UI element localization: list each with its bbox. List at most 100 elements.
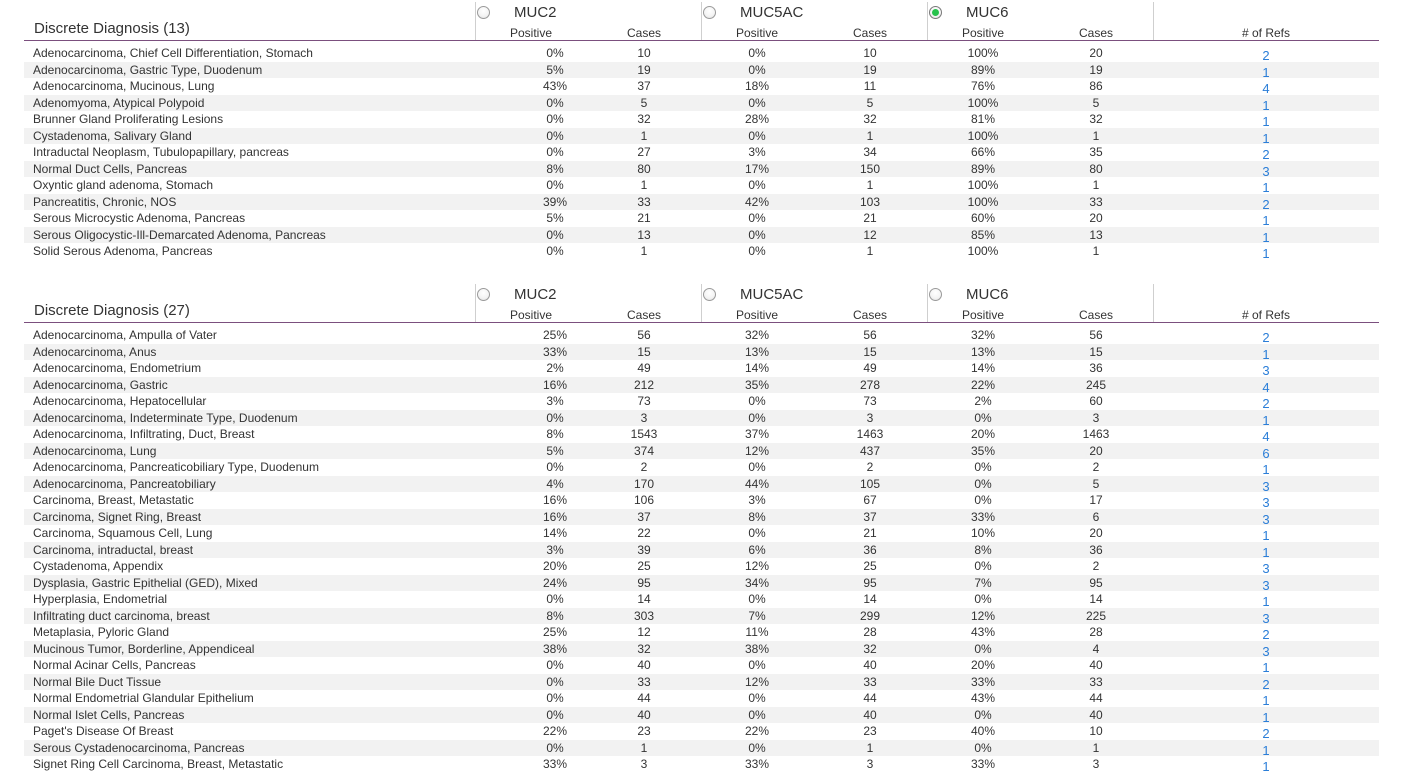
muc2-positive: 3% bbox=[546, 394, 564, 408]
muc2-positive: 0% bbox=[546, 128, 564, 143]
muc2-positive: 8% bbox=[546, 608, 564, 623]
muc5ac-radio[interactable] bbox=[703, 5, 716, 19]
muc6-radio[interactable] bbox=[929, 5, 942, 19]
muc6-cases: 86 bbox=[1089, 79, 1103, 93]
muc5ac-cases: 49 bbox=[863, 361, 877, 375]
muc6-cases: 56 bbox=[1089, 328, 1103, 342]
muc5ac-positive: 11% bbox=[745, 625, 769, 639]
diagnosis-name: Cystadenoma, Salivary Gland bbox=[33, 128, 192, 143]
muc5ac-cases: 103 bbox=[859, 194, 881, 209]
muc2-cases: 37 bbox=[637, 79, 651, 93]
muc5ac-cases: 5 bbox=[866, 95, 874, 110]
muc2-cases: 73 bbox=[637, 394, 651, 408]
muc5ac-positive: 7% bbox=[748, 608, 766, 623]
muc6-positive: 0% bbox=[974, 740, 992, 755]
muc5ac-cases: 3 bbox=[866, 757, 874, 771]
muc2-cases: 33 bbox=[637, 674, 651, 689]
muc2-cases: 212 bbox=[633, 377, 655, 392]
diagnosis-name: Adenocarcinoma, Infiltrating, Duct, Brea… bbox=[33, 427, 255, 441]
muc5ac-positive: 37% bbox=[744, 427, 770, 441]
muc5ac-cases: 11 bbox=[863, 79, 877, 93]
muc6-cases: 5 bbox=[1092, 476, 1100, 491]
muc6-positive: 0% bbox=[974, 559, 992, 573]
muc2-cases: 40 bbox=[637, 658, 651, 672]
muc5ac-positive: 0% bbox=[748, 62, 766, 77]
muc2-positive: 0% bbox=[546, 674, 564, 689]
table-row: Adenocarcinoma, Gastric 16% 212 35% 278 22% 24… bbox=[24, 376, 1379, 395]
muc6-positive: 100% bbox=[967, 95, 999, 110]
muc2-cases: 106 bbox=[633, 493, 655, 507]
muc5ac-cases: 150 bbox=[859, 161, 881, 176]
muc2-cases: 56 bbox=[637, 328, 651, 342]
muc2-positive: 43% bbox=[542, 79, 568, 93]
muc2-positive: 4% bbox=[546, 476, 564, 491]
muc2-cases: 25 bbox=[637, 559, 651, 573]
muc6-positive: 66% bbox=[970, 145, 996, 159]
muc6-radio[interactable] bbox=[929, 287, 942, 301]
muc5ac-positive: 0% bbox=[748, 178, 766, 192]
muc2-cases: 303 bbox=[633, 608, 655, 623]
muc2-cases: 22 bbox=[637, 526, 651, 540]
column-divider bbox=[475, 2, 476, 40]
table-row: Adenomyoma, Atypical Polypoid 0% 5 0% 5 100% 5… bbox=[24, 94, 1379, 113]
muc5ac-positive: 0% bbox=[748, 658, 766, 672]
muc6-positive: 100% bbox=[967, 128, 999, 143]
muc6-cases: 32 bbox=[1089, 112, 1103, 126]
muc2-cases: 14 bbox=[637, 592, 651, 606]
muc5ac-positive: 22% bbox=[744, 724, 770, 738]
muc5ac-cases: 25 bbox=[863, 559, 877, 573]
refs-link[interactable]: 1 bbox=[1250, 246, 1282, 263]
muc6-positive: 0% bbox=[974, 460, 992, 474]
diagnosis-name: Adenocarcinoma, Pancreatobiliary bbox=[33, 476, 216, 491]
muc5ac-positive: 12% bbox=[744, 674, 770, 689]
muc2-cases: 1 bbox=[640, 178, 648, 192]
diagnosis-name: Cystadenoma, Appendix bbox=[33, 559, 164, 573]
muc5ac-positive: 6% bbox=[748, 542, 766, 557]
muc2-radio[interactable] bbox=[477, 287, 490, 301]
muc6-positive: 35% bbox=[970, 443, 996, 458]
muc5ac-positive: 0% bbox=[748, 394, 766, 408]
muc5ac-positive: 17% bbox=[744, 161, 770, 176]
muc5ac-radio[interactable] bbox=[703, 287, 716, 301]
muc5ac-positive: 0% bbox=[748, 95, 766, 110]
muc6-cases: 95 bbox=[1089, 575, 1103, 590]
muc5ac-positive: 14% bbox=[744, 361, 770, 375]
diagnosis-name: Serous Cystadenocarcinoma, Pancreas bbox=[33, 740, 245, 755]
diagnosis-name: Normal Acinar Cells, Pancreas bbox=[33, 658, 196, 672]
muc2-positive: 16% bbox=[542, 493, 568, 507]
diagnosis-name: Adenocarcinoma, Pancreaticobiliary Type,… bbox=[33, 460, 319, 474]
diagnosis-name: Adenocarcinoma, Mucinous, Lung bbox=[33, 79, 215, 93]
refs-link[interactable]: 1 bbox=[1250, 759, 1282, 776]
muc5ac-positive: 0% bbox=[748, 46, 766, 60]
muc5ac-cases: 40 bbox=[863, 707, 877, 722]
muc2-positive: 0% bbox=[546, 95, 564, 110]
muc5ac-positive: 38% bbox=[744, 641, 770, 656]
muc5ac-cases: 73 bbox=[863, 394, 877, 408]
muc5ac-cases: 12 bbox=[863, 227, 877, 242]
muc5ac-positive: 0% bbox=[748, 211, 766, 225]
muc2-cases: 37 bbox=[637, 509, 651, 524]
diagnosis-name: Dysplasia, Gastric Epithelial (GED), Mix… bbox=[33, 575, 258, 590]
gene-header-muc6: MUC6 bbox=[929, 3, 1009, 21]
diagnosis-name: Adenomyoma, Atypical Polypoid bbox=[33, 95, 205, 110]
table-row: Adenocarcinoma, Hepatocellular 3% 73 0% 73 2%… bbox=[24, 393, 1379, 411]
muc5ac-cases: 23 bbox=[863, 724, 877, 738]
muc2-cases: 12 bbox=[637, 625, 651, 639]
muc2-cases: 374 bbox=[633, 443, 655, 458]
cases-column-header: Cases bbox=[852, 26, 888, 40]
diagnosis-name: Adenocarcinoma, Gastric bbox=[33, 377, 168, 392]
muc5ac-cases: 32 bbox=[863, 112, 877, 126]
muc6-cases: 1 bbox=[1092, 128, 1100, 143]
muc6-cases: 225 bbox=[1085, 608, 1107, 623]
muc2-positive: 16% bbox=[542, 377, 568, 392]
muc5ac-cases: 299 bbox=[859, 608, 881, 623]
muc6-cases: 1 bbox=[1092, 178, 1100, 192]
muc6-cases: 1463 bbox=[1082, 427, 1110, 441]
muc6-cases: 40 bbox=[1089, 658, 1103, 672]
muc2-radio[interactable] bbox=[477, 5, 490, 19]
muc2-positive: 0% bbox=[546, 658, 564, 672]
header-underline bbox=[24, 322, 1379, 323]
muc5ac-cases: 95 bbox=[863, 575, 877, 590]
diagnosis-name: Infiltrating duct carcinoma, breast bbox=[33, 608, 210, 623]
muc6-positive: 10% bbox=[970, 526, 996, 540]
